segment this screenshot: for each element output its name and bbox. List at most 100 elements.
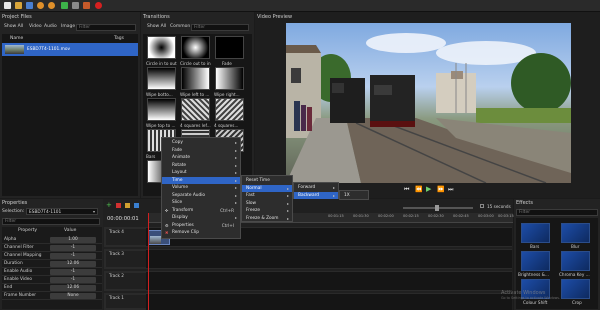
property-name: Channel Mapping (4, 253, 42, 258)
track-row[interactable]: Track 3 (104, 249, 512, 269)
redo-icon[interactable] (48, 2, 55, 9)
menu-item-animate[interactable]: Animate ▸ (162, 154, 240, 162)
tab-transitions-show-all[interactable]: Show All (147, 23, 166, 31)
play-icon[interactable]: ▶ (426, 185, 431, 193)
profile-icon[interactable] (72, 2, 79, 9)
menu-item-remove-clip[interactable]: ✖ Remove Clip (162, 229, 240, 237)
track-row[interactable]: Track 2 (104, 271, 512, 291)
import-icon[interactable] (61, 2, 68, 9)
menu-item-fade[interactable]: Fade ▸ (162, 147, 240, 155)
transition-thumb[interactable] (215, 36, 244, 59)
transition-thumb[interactable] (147, 98, 176, 121)
save-icon[interactable] (26, 2, 33, 9)
effect-thumb[interactable] (521, 251, 550, 271)
menu-item-reset-time[interactable]: Reset Time (242, 177, 292, 185)
selection-dropdown[interactable]: ESBD7T4-1101 ▾ (26, 208, 98, 215)
menu-item-rotate[interactable]: Rotate ▸ (162, 162, 240, 170)
menu-item-normal[interactable]: Normal ▸ (242, 184, 292, 192)
property-value[interactable]: 12.06 (50, 261, 96, 267)
track-row[interactable]: Track 1 (104, 293, 512, 310)
tab-audio[interactable]: Audio (44, 23, 57, 31)
property-column-header: Property (18, 228, 38, 233)
fast-forward-icon[interactable]: ⏩ (437, 186, 444, 193)
tab-show-all[interactable]: Show All (4, 23, 23, 31)
effect-thumb[interactable] (561, 279, 590, 299)
tab-transitions-common[interactable]: Common (170, 23, 190, 31)
property-value[interactable]: -1 (50, 245, 96, 251)
properties-filter-input[interactable]: Filter (2, 218, 100, 225)
transition-thumb[interactable] (215, 98, 244, 121)
transitions-filter-input[interactable]: Filter (191, 24, 249, 31)
menu-item-volume[interactable]: Volume ▸ (162, 184, 240, 192)
rewind-icon[interactable]: ⏪ (415, 186, 422, 193)
menu-item-1x[interactable]: 1X (340, 192, 368, 200)
menu-item-label: Properties (172, 222, 194, 228)
property-value[interactable]: -1 (50, 269, 96, 275)
chevron-right-icon: ▸ (332, 185, 335, 190)
transition-thumb[interactable] (181, 98, 210, 121)
menu-item-time[interactable]: Time ▸ (162, 176, 240, 184)
zoom-slider-handle[interactable] (435, 205, 439, 211)
tab-image[interactable]: Image (61, 23, 75, 31)
effect-thumb[interactable] (521, 223, 550, 243)
snap-icon[interactable] (116, 203, 121, 208)
effects-title: Effects (516, 200, 533, 206)
new-icon[interactable] (4, 2, 11, 9)
menu-item-forward[interactable]: Forward ▸ (294, 184, 338, 192)
property-row[interactable]: Frame Number None (2, 292, 102, 300)
property-value[interactable]: -1 (50, 277, 96, 283)
property-row[interactable]: Enable Audio -1 (2, 268, 102, 276)
marker-icon[interactable] (134, 203, 139, 208)
property-row[interactable]: Channel Filter -1 (2, 244, 102, 252)
razor-icon[interactable] (125, 203, 130, 208)
menu-item-slow[interactable]: Slow ▸ (242, 200, 292, 208)
zoom-slider[interactable] (403, 205, 473, 211)
track-body[interactable] (146, 272, 512, 290)
transition-thumb[interactable] (147, 67, 176, 90)
property-value[interactable]: -1 (50, 253, 96, 259)
transition-thumb[interactable] (215, 67, 244, 90)
property-value[interactable]: 12.06 (50, 285, 96, 291)
undo-icon[interactable] (37, 2, 44, 9)
transition-thumb[interactable] (147, 36, 176, 59)
property-value[interactable]: None (50, 293, 96, 299)
track-body[interactable] (146, 250, 512, 268)
track-body[interactable] (146, 294, 512, 310)
project-files-filter-input[interactable]: Filter (76, 24, 136, 31)
file-row[interactable]: ESBD7T4-1101.mov (2, 43, 138, 56)
open-icon[interactable] (15, 2, 22, 9)
menu-item-copy[interactable]: Copy ▸ (162, 139, 240, 147)
effect-thumb[interactable] (561, 223, 590, 243)
transition-thumb[interactable] (181, 67, 210, 90)
export-icon[interactable] (83, 2, 90, 9)
menu-item-backward[interactable]: Backward ▸ (294, 191, 338, 199)
property-value[interactable]: 1.00 (50, 237, 96, 243)
playhead[interactable] (148, 213, 149, 310)
property-row[interactable]: Alpha 1.00 (2, 236, 102, 244)
jump-end-icon[interactable]: ⏭ (448, 186, 453, 194)
menu-item-properties[interactable]: ⚙ Properties Ctrl+I (162, 222, 240, 230)
add-track-icon[interactable]: + (106, 202, 112, 209)
menu-item-freeze[interactable]: Freeze ▸ (242, 207, 292, 215)
jump-start-icon[interactable]: ⏮ (404, 186, 409, 194)
menu-item-transform[interactable]: ✣ Transform Ctrl+R (162, 207, 240, 215)
property-row[interactable]: End 12.06 (2, 284, 102, 292)
zoom-checkbox[interactable] (480, 204, 484, 208)
tab-video[interactable]: Video (29, 23, 42, 31)
menu-item-separate-audio[interactable]: Separate Audio ▸ (162, 192, 240, 200)
record-icon[interactable] (95, 2, 102, 9)
menu-item-label: Fade (172, 147, 183, 153)
menu-item-slice[interactable]: Slice ▸ (162, 199, 240, 207)
chevron-right-icon: ▸ (234, 140, 237, 145)
effect-thumb[interactable] (561, 251, 590, 271)
menu-item-layout[interactable]: Layout ▸ (162, 169, 240, 177)
effects-filter-input[interactable]: Filter (516, 209, 598, 216)
menu-item-freeze-zoom[interactable]: Freeze & Zoom ▸ (242, 215, 292, 223)
menu-item-display[interactable]: Display ▸ (162, 214, 240, 222)
property-row[interactable]: Channel Mapping -1 (2, 252, 102, 260)
transitions-title: Transitions (143, 14, 170, 20)
transition-thumb[interactable] (181, 36, 210, 59)
property-row[interactable]: Enable Video -1 (2, 276, 102, 284)
property-row[interactable]: Duration 12.06 (2, 260, 102, 268)
menu-item-fast[interactable]: Fast ▸ (242, 192, 292, 200)
